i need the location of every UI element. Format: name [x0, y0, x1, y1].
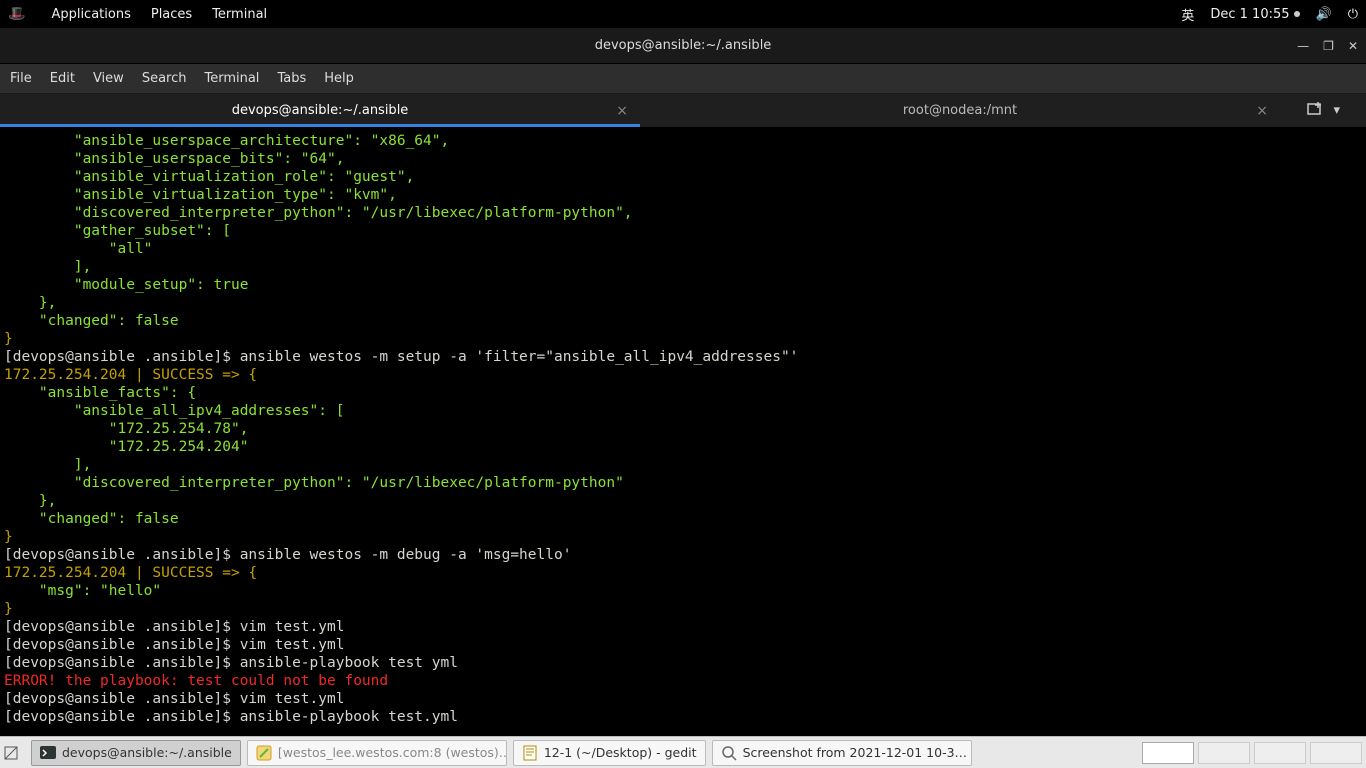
- tab-close-icon[interactable]: ×: [1256, 103, 1268, 119]
- tab-nodea[interactable]: root@nodea:/mnt ×: [640, 94, 1280, 127]
- task-gvim[interactable]: [westos_lee.westos.com:8 (westos)…: [247, 740, 507, 766]
- close-button[interactable]: ✕: [1348, 39, 1358, 53]
- menu-view[interactable]: View: [93, 71, 124, 86]
- clock[interactable]: Dec 1 10:55: [1210, 7, 1299, 22]
- window-title: devops@ansible:~/.ansible: [595, 38, 772, 53]
- menu-file[interactable]: File: [10, 71, 32, 86]
- gnome-topbar: 🎩 Applications Places Terminal 英 Dec 1 1…: [0, 0, 1366, 28]
- places-menu[interactable]: Places: [151, 7, 192, 22]
- distro-hat-icon: 🎩: [8, 6, 25, 22]
- task-label: devops@ansible:~/.ansible: [62, 745, 232, 760]
- tray-cell-3[interactable]: [1310, 742, 1362, 764]
- minimize-button[interactable]: —: [1297, 39, 1309, 53]
- menubar: File Edit View Search Terminal Tabs Help: [0, 64, 1366, 94]
- tray-cell-2[interactable]: [1254, 742, 1306, 764]
- menu-terminal[interactable]: Terminal: [204, 71, 259, 86]
- menu-help[interactable]: Help: [324, 71, 354, 86]
- task-label: 12-1 (~/Desktop) - gedit: [544, 745, 697, 760]
- applications-menu[interactable]: Applications: [51, 7, 130, 22]
- terminal-icon: [40, 745, 56, 761]
- tab-label: devops@ansible:~/.ansible: [232, 103, 409, 118]
- menu-search[interactable]: Search: [142, 71, 187, 86]
- taskbar: devops@ansible:~/.ansible [westos_lee.we…: [0, 736, 1366, 768]
- tab-ansible[interactable]: devops@ansible:~/.ansible ×: [0, 94, 640, 127]
- tray-input[interactable]: [1142, 742, 1194, 764]
- editor-icon: [256, 745, 272, 761]
- terminal-output[interactable]: "ansible_userspace_architecture": "x86_6…: [0, 128, 1366, 736]
- menu-tabs[interactable]: Tabs: [277, 71, 306, 86]
- task-gedit[interactable]: 12-1 (~/Desktop) - gedit: [513, 740, 706, 766]
- task-label: Screenshot from 2021-12-01 10-3…: [743, 745, 967, 760]
- volume-icon[interactable]: 🔊: [1316, 7, 1332, 22]
- terminal-window: devops@ansible:~/.ansible — ❐ ✕ File Edi…: [0, 28, 1366, 736]
- task-label: [westos_lee.westos.com:8 (westos)…: [278, 745, 507, 760]
- tab-bar: devops@ansible:~/.ansible × root@nodea:/…: [0, 94, 1366, 128]
- tab-close-icon[interactable]: ×: [616, 103, 628, 119]
- image-icon: [721, 745, 737, 761]
- tab-menu-chevron-icon[interactable]: ▾: [1333, 103, 1340, 118]
- maximize-button[interactable]: ❐: [1323, 39, 1334, 53]
- tray-cell-1[interactable]: [1198, 742, 1250, 764]
- input-method-indicator[interactable]: 英: [1181, 5, 1194, 24]
- tab-label: root@nodea:/mnt: [903, 103, 1017, 118]
- gedit-icon: [522, 745, 538, 761]
- new-tab-icon[interactable]: [1307, 101, 1323, 121]
- show-desktop-button[interactable]: [0, 742, 22, 764]
- power-icon[interactable]: ⏻: [1348, 7, 1358, 22]
- task-terminal[interactable]: devops@ansible:~/.ansible: [31, 740, 241, 766]
- terminal-menu[interactable]: Terminal: [212, 7, 267, 22]
- task-image-viewer[interactable]: Screenshot from 2021-12-01 10-3…: [712, 740, 972, 766]
- window-titlebar[interactable]: devops@ansible:~/.ansible — ❐ ✕: [0, 28, 1366, 64]
- menu-edit[interactable]: Edit: [50, 71, 75, 86]
